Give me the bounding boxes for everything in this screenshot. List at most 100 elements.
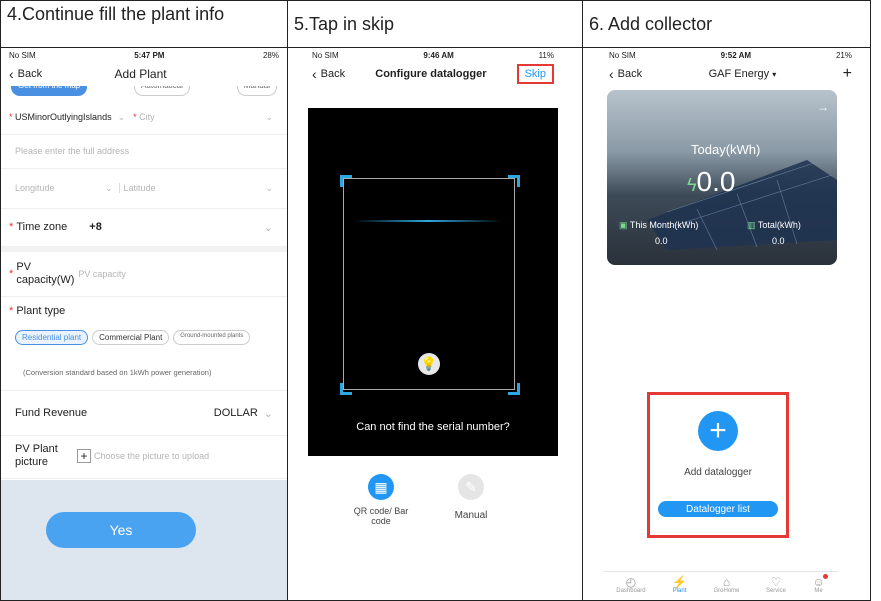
panel-add-collector: No SIM 9:52 AM 21% ‹Back GAF Energy ▾ + [582,47,871,601]
tab-map[interactable]: Get from the map [11,86,88,96]
required-mark: * [9,221,14,233]
required-mark: * [133,112,137,122]
chevron-down-icon: ▾ [772,70,777,79]
plant-type-label: Plant type [16,305,66,317]
carrier-text: No SIM [609,50,636,60]
option-residential[interactable]: Residential plant [15,330,89,345]
region-value: USMinorOutlyingIslands [15,112,112,122]
timezone-value: +8 [89,221,102,233]
option-ground-mounted[interactable]: Ground-mounted plants [173,330,251,345]
required-mark: * [9,268,14,280]
plant-type-row: * Plant type [9,305,65,317]
plant-name: GAF Energy [708,68,770,80]
qr-code-label[interactable]: QR code/ Bar code [348,506,414,526]
tab-plant[interactable]: ⚡ Plant [672,572,687,600]
tab-dashboard[interactable]: ◴ Dashboard [616,572,645,600]
panel-configure-datalogger: No SIM 9:46 AM 11% ‹ Back Configure datal… [287,47,583,601]
location-tabs: Get from the map Automatical Manual [11,86,277,96]
tab-label: GroHome [713,588,740,594]
home-icon: ⌂ [722,575,731,589]
total-value: 0.0 [772,236,785,246]
nav-bar: ‹ Back GAF Energy ▾ + [603,62,858,86]
plant-type-options: Residential plant Commercial Plant Groun… [15,330,251,345]
plus-icon[interactable]: + [77,449,91,463]
steps-table: 4.Continue fill the plant info 5.Tap in … [0,0,871,601]
timezone-label: Time zone [16,221,68,233]
pencil-icon[interactable]: ✎ [458,474,484,500]
region-row[interactable]: * USMinorOutlyingIslands ⌄ * City ⌄ [1,100,287,135]
chevron-down-icon: ⌄ [263,407,273,420]
arrow-right-icon[interactable]: → [817,100,829,114]
back-button[interactable]: ‹ Back [9,66,42,82]
qr-code-icon[interactable]: ▦ [368,474,394,500]
longitude-field[interactable]: Longitude [15,183,105,193]
tab-me[interactable]: ☺ Me [812,572,828,600]
add-datalogger-box: + Add datalogger Datalogger list [647,392,789,538]
tutorial-page: 4.Continue fill the plant info 5.Tap in … [0,0,881,601]
panel-add-plant: No SIM 5:47 PM 28% ‹Back Add Plant Get f… [0,47,288,601]
clock-text: 9:46 AM [423,50,454,60]
chart-icon: ▥ [747,220,756,230]
nav-bar: ‹ Back Add Plant [1,62,287,86]
back-label: Back [320,68,346,80]
total-text: Total(kWh) [757,220,801,230]
datalogger-list-button[interactable]: Datalogger list [658,501,778,517]
today-number: 0.0 [696,166,736,197]
add-plant-button[interactable]: + [843,65,852,83]
dashboard-icon: ◴ [625,575,637,589]
month-text: This Month(kWh) [629,220,699,230]
picture-label: PV Plant picture [15,443,58,468]
carrier-text: No SIM [9,50,36,60]
address-field[interactable]: Please enter the full address [1,134,287,169]
timezone-row[interactable]: * Time zone +8 ⌄ [1,208,287,247]
footer-area: Yes [1,480,287,600]
tab-label: Service [765,588,786,594]
add-datalogger-button[interactable]: + [698,411,738,451]
back-button[interactable]: ‹ Back [609,66,642,82]
tab-automatical[interactable]: Automatical [134,86,190,96]
page-title: Configure datalogger [375,68,487,80]
back-label: Back [617,68,643,80]
flashlight-icon[interactable]: 💡 [418,353,440,375]
pv-capacity-row[interactable]: * PV capacity(W) PV capacity [1,252,287,297]
battery-text: 11% [538,50,554,60]
frame-corner [508,175,520,187]
tab-service[interactable]: ♡ Service [766,572,786,600]
chevron-left-icon: ‹ [312,66,317,82]
battery-text: 28% [262,50,279,60]
picture-row[interactable]: PV Plant picture + Choose the picture to… [1,434,287,479]
tab-label: Dashboard [616,588,646,594]
manual-label[interactable]: Manual [448,510,494,521]
plant-selector[interactable]: GAF Energy ▾ [709,68,777,80]
month-value: 0.0 [655,236,668,246]
status-bar: No SIM 9:52 AM 21% [603,48,858,62]
back-button[interactable]: ‹ Back [312,66,345,82]
nav-bar: ‹ Back Configure datalogger Skip [308,62,558,86]
coordinates-row: Longitude ⌄ Latitude ⌄ [1,168,287,209]
plant-icon: ⚡ [672,575,688,589]
yes-button[interactable]: Yes [46,512,196,548]
address-placeholder: Please enter the full address [15,146,130,156]
latitude-field[interactable]: Latitude [118,183,156,193]
page-title: Add Plant [114,67,167,81]
chevron-left-icon: ‹ [609,66,614,82]
frame-corner [340,383,352,395]
city-field[interactable]: City [139,112,155,122]
energy-card: → Today(kWh) ϟ0.0 ▣ This Month(kWh) 0.0 … [607,90,837,265]
not-found-link[interactable]: Can not find the serial number? [308,421,558,433]
skip-button[interactable]: Skip [516,64,554,84]
back-label: Back [17,68,43,80]
camera-view: 💡 Can not find the serial number? [308,108,558,456]
tab-grohome[interactable]: ⌂ GroHome [713,572,739,600]
clock-text: 5:47 PM [134,50,165,60]
tab-manual[interactable]: Manual [236,86,277,96]
step6-caption: 6. Add collector [582,0,871,48]
chevron-down-icon: ⌄ [117,111,126,122]
step5-caption: 5.Tap in skip [287,0,583,48]
add-datalogger-label: Add datalogger [684,467,752,478]
today-label: Today(kWh) [691,142,761,157]
frame-corner [340,175,352,187]
pv-capacity-input[interactable]: PV capacity [78,269,126,279]
fund-revenue-row[interactable]: Fund Revenue DOLLAR ⌄ [1,390,287,436]
option-commercial[interactable]: Commercial Plant [92,330,170,345]
